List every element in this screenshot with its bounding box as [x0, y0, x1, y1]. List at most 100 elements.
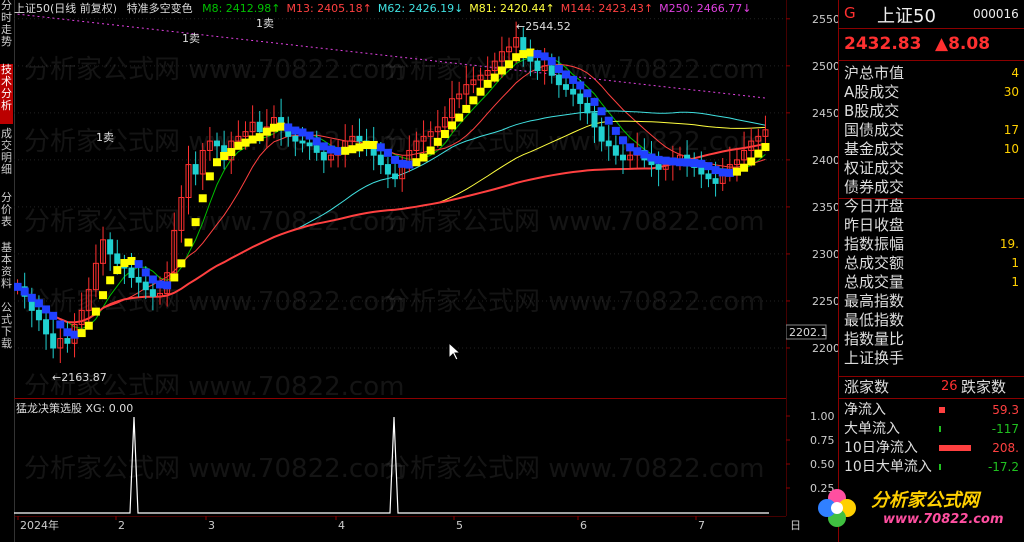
trend-block [269, 123, 278, 132]
trend-block [668, 157, 677, 166]
left-tab-1[interactable]: 技术分析 [0, 64, 13, 124]
left-tab-3[interactable]: 分价表 [0, 192, 13, 238]
candle-body [292, 135, 299, 142]
watermark: 分析家公式网 www.70822.com [384, 207, 764, 237]
time-label: 2024年 [20, 518, 59, 532]
left-tab-0[interactable]: 分时走势 [0, 0, 13, 60]
quote-row-value: 1 [1011, 256, 1019, 270]
index-change: ▲8.08 [935, 34, 991, 54]
trend-block [419, 153, 428, 162]
candle-body [377, 154, 384, 166]
indicator-chart: 分析家公式网 www.70822.com分析家公式网 www.70822.com [14, 416, 769, 514]
quote-row-value: 4 [1011, 66, 1019, 80]
indicator-tick-label: 0.50 [810, 458, 835, 471]
trend-block [597, 107, 606, 116]
candle-body [50, 333, 57, 349]
candle-body [655, 164, 662, 170]
price-axis: 2550 2500 2450 2400 2350 2300 2250 2200 2202.1 [786, 0, 838, 400]
trend-block [127, 256, 136, 265]
low-annotation: ←2163.87 [52, 371, 107, 384]
price-chart[interactable]: 分析家公式网 www.70822.com 分析家公式网 www.70822.com… [14, 0, 786, 395]
indicator-tick-label: 0.75 [810, 434, 835, 447]
logo-url: www.70822.com [883, 512, 1004, 527]
trend-block [284, 123, 293, 132]
quote-row-label: 沪总市值 [844, 64, 905, 82]
mouse-cursor-icon [448, 341, 462, 361]
candle-body [612, 145, 619, 156]
flow-bar [939, 464, 941, 470]
candle-body [299, 140, 306, 144]
current-price-label: 2202.1 [789, 326, 828, 339]
flow-value: 59.3 [992, 403, 1019, 417]
candle-body [598, 126, 605, 142]
trend-block [170, 273, 179, 282]
candle-body [313, 145, 320, 153]
time-unit-label: 日 [790, 519, 801, 532]
trend-block [163, 281, 172, 290]
candle-body [356, 135, 363, 142]
trend-block [91, 307, 100, 316]
candle-body [107, 239, 114, 255]
candle-body [591, 112, 598, 128]
price-tick-label: 2400 [812, 154, 838, 167]
trend-block [348, 145, 357, 154]
left-tab-5[interactable]: 公式下载 [0, 302, 13, 362]
trend-block [319, 142, 328, 151]
trend-block [540, 52, 549, 61]
quote-row-label: 指数振幅 [844, 235, 905, 253]
sell-mark: 1卖 [96, 131, 114, 144]
price-tick-label: 2450 [812, 107, 838, 120]
candle-body [705, 173, 712, 180]
price-tick-label: 2200 [812, 342, 838, 355]
trend-block [20, 287, 29, 296]
left-tab-4[interactable]: 基本资料 [0, 242, 13, 298]
high-annotation: ←2544.52 [516, 20, 571, 33]
trend-block [106, 276, 115, 285]
time-label: 5 [456, 519, 463, 532]
trend-block [490, 73, 499, 82]
trend-block [512, 53, 521, 62]
left-tab-2[interactable]: 成交明细 [0, 128, 13, 188]
time-label: 6 [580, 519, 587, 532]
trend-block [483, 79, 492, 88]
trend-block [291, 126, 300, 135]
trend-block [391, 155, 400, 164]
trend-block [683, 158, 692, 167]
quote-row-label: 基金成交 [844, 140, 905, 158]
candle-body [64, 338, 71, 344]
candle-body [534, 60, 541, 72]
candle-body [698, 166, 705, 175]
trend-block [626, 143, 635, 152]
flow-label: 10日净流入 [844, 440, 918, 456]
flow-value: -117 [991, 422, 1019, 436]
candle-body [392, 173, 399, 180]
quote-row-label: 权证成交 [844, 159, 905, 177]
candle-body [192, 164, 199, 175]
index-price: 2432.83 [844, 34, 922, 54]
trend-block [398, 159, 407, 168]
trend-block [618, 136, 627, 145]
up-count: 26 [941, 379, 958, 394]
trend-block [191, 218, 200, 227]
flow-bar [939, 445, 971, 451]
quote-row-value: 10 [1003, 142, 1019, 156]
trend-block [362, 140, 371, 149]
price-tick-label: 2300 [812, 248, 838, 261]
trend-block [704, 162, 713, 171]
watermark: 分析家公式网 www.70822.com [384, 287, 764, 317]
candle-body [149, 289, 156, 297]
ma-line-1 [17, 63, 766, 323]
trend-block [184, 238, 193, 247]
trend-block [426, 146, 435, 155]
trend-block [718, 168, 727, 177]
trend-block [455, 113, 464, 122]
quote-row-value: 30 [1003, 85, 1019, 99]
trend-block [562, 70, 571, 79]
market-code: G [844, 4, 856, 22]
trend-block [70, 330, 79, 339]
time-label: 7 [698, 519, 705, 532]
trend-block [476, 87, 485, 96]
flow-bar [939, 407, 945, 413]
trend-block [177, 259, 186, 268]
quote-row-value: 17 [1003, 123, 1019, 137]
